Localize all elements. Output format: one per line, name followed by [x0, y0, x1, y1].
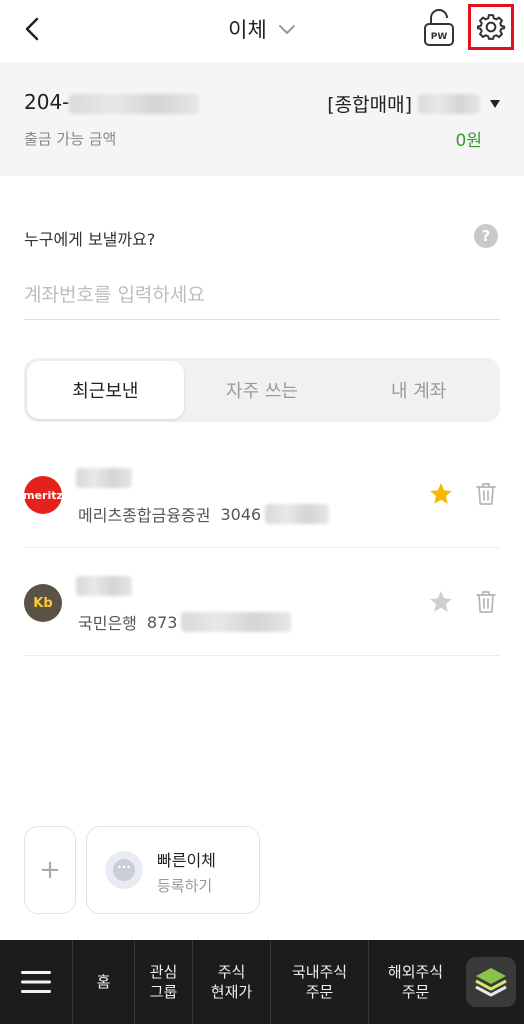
dropdown-triangle-icon — [490, 99, 500, 108]
account-number[interactable]: 204- — [24, 90, 200, 114]
quick-transfer-subtitle: 등록하기 — [157, 877, 213, 895]
hamburger-menu-button[interactable] — [0, 940, 72, 1024]
nav-overseas-order[interactable]: 해외주식 주문 — [368, 940, 462, 1024]
account-prefix: 873 — [146, 612, 178, 632]
bottom-navigation: 홈 관심 그룹 주식 현재가 국내주식 주문 해외주식 주문 — [0, 940, 524, 1024]
tab-recent[interactable]: 최근보낸 — [27, 361, 184, 419]
star-icon[interactable] — [428, 589, 454, 615]
chevron-down-icon — [278, 25, 295, 34]
layers-button[interactable] — [466, 957, 516, 1007]
tab-my-accounts[interactable]: 내 계좌 — [340, 361, 497, 419]
bank-name: 메리츠종합금융증권 — [78, 506, 211, 525]
masked-account — [265, 504, 330, 524]
recipient-tabs: 최근보낸 자주 쓰는 내 계좌 — [24, 358, 500, 422]
tab-frequent[interactable]: 자주 쓰는 — [184, 361, 341, 419]
masked-account-digits — [69, 93, 200, 114]
nav-home[interactable]: 홈 — [72, 940, 134, 1024]
nav-watchlist-group[interactable]: 관심 그룹 — [134, 940, 192, 1024]
settings-button[interactable] — [468, 4, 514, 50]
meritz-logo: meritz — [23, 476, 63, 514]
masked-recipient-name — [76, 576, 132, 596]
pw-label: PW — [431, 32, 448, 42]
add-quick-transfer-button[interactable]: + — [24, 826, 76, 914]
star-icon[interactable] — [428, 481, 454, 507]
lock-pw-icon: PW — [424, 9, 454, 46]
kb-bank-logo: Kb — [24, 584, 62, 622]
top-app-bar: 이체 PW — [0, 0, 524, 62]
account-selector[interactable]: [종합매매] — [327, 90, 500, 117]
masked-recipient-name — [76, 468, 132, 488]
nav-domestic-order[interactable]: 국내주식 주문 — [270, 940, 368, 1024]
available-amount-value: 0원 — [455, 131, 482, 151]
account-type-label: [종합매매] — [327, 94, 412, 116]
recipient-bank-line: 국민은행 873 — [78, 610, 292, 634]
available-amount-label: 출금 가능 금액 — [24, 130, 117, 148]
recipient-bank-line: 메리츠종합금융증권 3046 — [78, 502, 330, 526]
list-item[interactable]: meritz 메리츠종합금융증권 3046 — [23, 440, 500, 548]
password-lock-button[interactable]: PW — [422, 9, 456, 47]
account-number-prefix: 204- — [24, 90, 70, 114]
help-icon[interactable]: ? — [474, 224, 498, 248]
bank-name: 국민은행 — [78, 614, 137, 633]
masked-account — [181, 612, 292, 632]
layers-icon — [475, 968, 507, 997]
hamburger-icon — [21, 971, 51, 993]
list-item[interactable]: Kb 국민은행 873 — [24, 548, 500, 656]
quick-transfer-title: 빠른이체 — [157, 851, 216, 870]
gear-icon — [476, 14, 506, 40]
account-number-input[interactable] — [24, 270, 500, 320]
recipient-question: 누구에게 보낼까요? — [24, 230, 156, 249]
page-title: 이체 — [228, 18, 267, 42]
more-dots-icon: ··· — [105, 851, 143, 889]
quick-transfer-register-card[interactable]: ··· 빠른이체 등록하기 — [86, 826, 260, 914]
nav-stock-price[interactable]: 주식 현재가 — [192, 940, 270, 1024]
masked-account-owner — [418, 93, 480, 114]
trash-icon[interactable] — [474, 481, 498, 507]
account-prefix: 3046 — [220, 504, 262, 524]
account-summary: 204- [종합매매] 출금 가능 금액 0원 — [0, 62, 524, 176]
trash-icon[interactable] — [474, 589, 498, 615]
